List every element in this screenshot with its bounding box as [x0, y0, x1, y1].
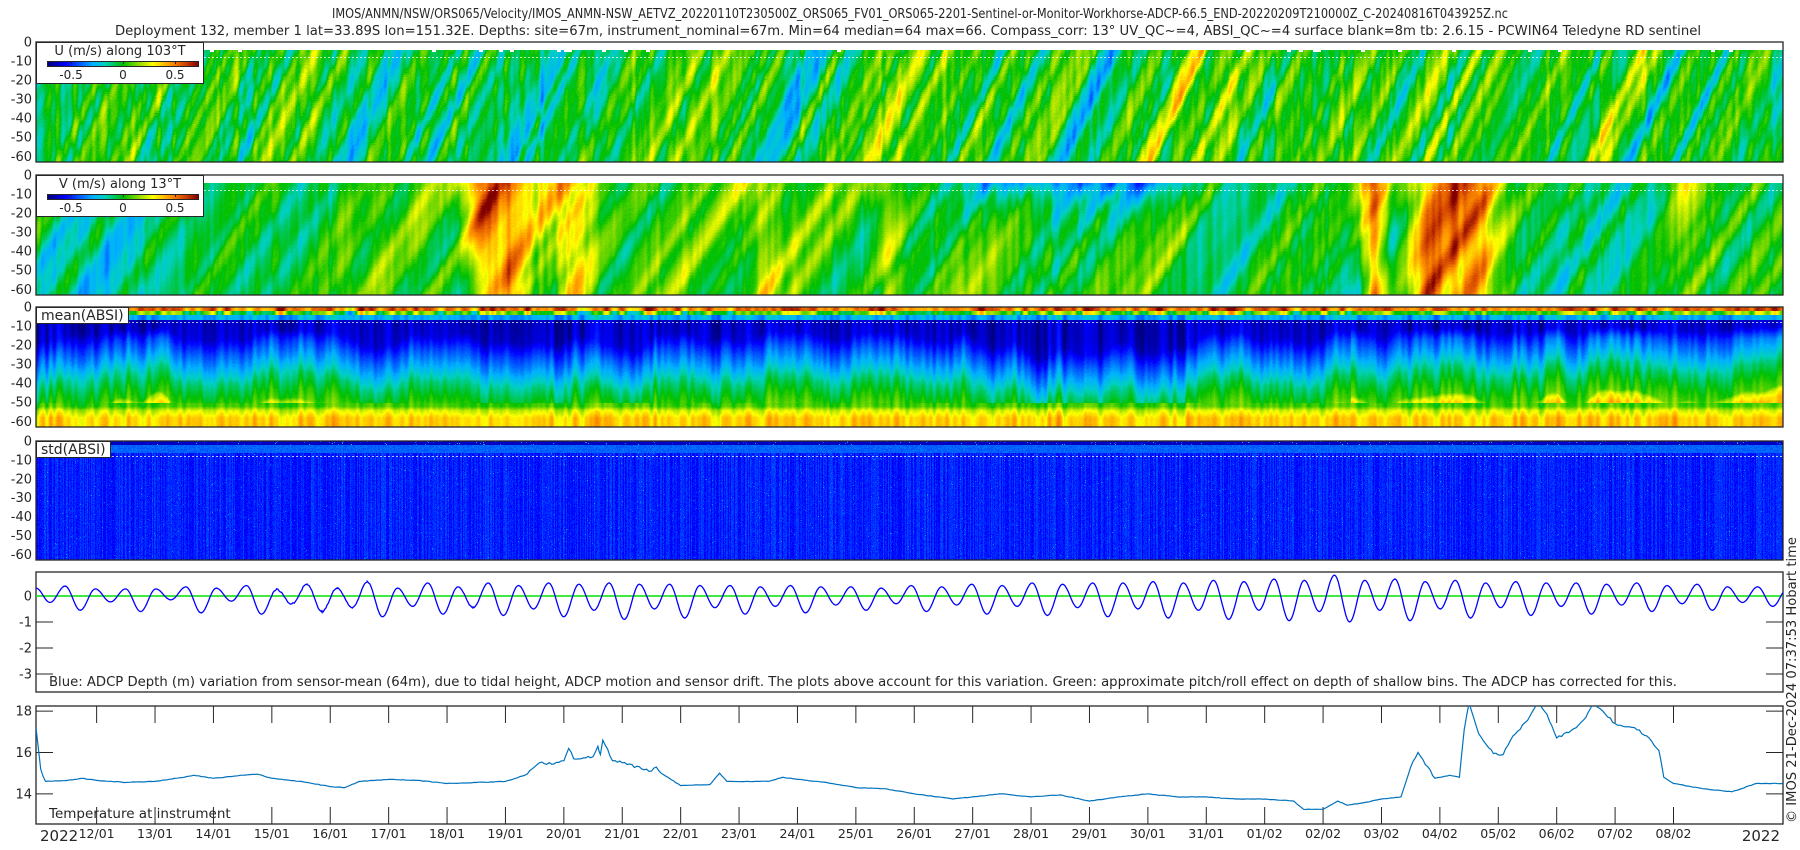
v-legend-title: V (m/s) along 13°T	[58, 177, 182, 192]
std_absi-y-tick-label: -20	[11, 472, 32, 487]
temperature-label: Temperature at instrument	[48, 806, 231, 822]
v-y-tick-label: -50	[11, 264, 32, 279]
u-panel-frame	[35, 41, 1784, 163]
x-tick-label: 08/02	[1655, 826, 1691, 841]
colorbar-tick	[175, 61, 176, 64]
v-colorbar-tick-label: 0	[119, 201, 127, 215]
x-tick-label: 01/02	[1247, 826, 1283, 841]
mean_absi-y-tick-label: -40	[11, 377, 32, 392]
x-tick-label: 12/01	[79, 826, 115, 841]
u-legend-title: U (m/s) along 103°T	[54, 44, 186, 59]
v-y-tick-label: 0	[24, 169, 32, 184]
x-tick-label: 28/01	[1013, 826, 1049, 841]
u-y-tick-label: -40	[11, 112, 32, 127]
temperature-y-tick-label: 14	[15, 787, 32, 802]
u-colorbar-tick-label: 0	[119, 68, 127, 82]
year-label-right: 2022	[1742, 827, 1780, 845]
x-tick-label: 20/01	[546, 826, 582, 841]
figure: IMOS/ANMN/NSW/ORS065/Velocity/IMOS_ANMN-…	[11, 7, 1800, 845]
mean_absi-y-tick-label: -60	[11, 415, 32, 430]
mean_absi-y-tick-label: -50	[11, 396, 32, 411]
x-tick-label: 21/01	[604, 826, 640, 841]
std_absi-y-tick-label: -40	[11, 510, 32, 525]
x-tick-label: 27/01	[955, 826, 991, 841]
x-tick-label: 02/02	[1305, 826, 1341, 841]
x-tick-label: 22/01	[663, 826, 699, 841]
x-tick-label: 17/01	[371, 826, 407, 841]
x-tick-label: 05/02	[1480, 826, 1516, 841]
depth-y-tick-label: -2	[19, 642, 32, 657]
v-y-tick-label: -20	[11, 207, 32, 222]
x-tick-label: 26/01	[896, 826, 932, 841]
x-tick-label: 19/01	[487, 826, 523, 841]
adcp-depth-line	[36, 574, 1783, 623]
x-tick-label: 25/01	[838, 826, 874, 841]
x-tick-label: 06/02	[1539, 826, 1575, 841]
title-line-2: Deployment 132, member 1 lat=33.89S lon=…	[115, 24, 1701, 39]
v-colorbar-legend: V (m/s) along 13°T -0.5 0 0.5	[36, 175, 204, 217]
colorbar-tick	[123, 61, 124, 64]
mean_absi-y-tick-label: -30	[11, 358, 32, 373]
title-line-1: IMOS/ANMN/NSW/ORS065/Velocity/IMOS_ANMN-…	[332, 7, 1508, 22]
x-tick-label: 15/01	[254, 826, 290, 841]
x-tick-label: 23/01	[721, 826, 757, 841]
axes-frames	[35, 41, 1784, 825]
temperature-y-tick-label: 16	[15, 746, 32, 761]
mean_absi-y-tick-label: -20	[11, 339, 32, 354]
std_absi-y-tick-label: -50	[11, 529, 32, 544]
x-tick-label: 30/01	[1130, 826, 1166, 841]
x-tick-label: 14/01	[195, 826, 231, 841]
x-tick-label: 13/01	[137, 826, 173, 841]
v-y-tick-label: -60	[11, 283, 32, 298]
v-panel-frame	[35, 174, 1784, 296]
v-y-tick-label: -30	[11, 226, 32, 241]
u-y-tick-label: -30	[11, 93, 32, 108]
x-tick-label: 04/02	[1422, 826, 1458, 841]
depth-y-tick-label: 0	[24, 589, 32, 604]
mean-absi-label: mean(ABSI)	[36, 307, 129, 324]
u-colorbar-tick-label: 0.5	[165, 68, 185, 82]
x-tick-label: 03/02	[1363, 826, 1399, 841]
x-tick-label: 07/02	[1597, 826, 1633, 841]
std_absi-y-tick-label: 0	[24, 435, 32, 450]
v-colorbar-tick-label: 0.5	[165, 201, 185, 215]
u-colorbar-legend: U (m/s) along 103°T -0.5 0 0.5	[36, 42, 204, 84]
u-colorbar-tick-label: -0.5	[59, 68, 83, 82]
v-y-tick-label: -10	[11, 188, 32, 203]
temperature-line	[36, 706, 1783, 811]
x-tick-label: 29/01	[1071, 826, 1107, 841]
u-y-tick-label: -10	[11, 55, 32, 70]
depth-caption: Blue: ADCP Depth (m) variation from sens…	[49, 675, 1677, 690]
colorbar-tick	[71, 61, 72, 64]
std-absi-panel-frame	[35, 440, 1784, 561]
credit-text: © IMOS 21-Dec-2024 07:37:53 Hobart time	[1785, 537, 1800, 823]
x-tick-label: 31/01	[1188, 826, 1224, 841]
std_absi-y-tick-label: -30	[11, 491, 32, 506]
x-axis-ticks: 12/01 13/01 14/01 15/01 16/01 17/01 18/01 19/01…	[79, 706, 1692, 841]
year-label-left: 2022	[40, 827, 78, 845]
temperature-y-tick-label: 18	[15, 705, 32, 720]
std_absi-y-tick-label: -10	[11, 453, 32, 468]
mean-absi-panel-frame	[35, 306, 1784, 428]
v-y-tick-label: -40	[11, 245, 32, 260]
std-absi-label: std(ABSI)	[36, 441, 111, 458]
x-tick-label: 18/01	[429, 826, 465, 841]
colorbar-tick	[71, 194, 72, 197]
u-y-tick-label: -50	[11, 131, 32, 146]
mean_absi-y-tick-label: 0	[24, 301, 32, 316]
v-colorbar-tick-label: -0.5	[59, 201, 83, 215]
u-y-tick-label: -60	[11, 150, 32, 165]
depth-y-tick-label: -3	[19, 668, 32, 683]
u-y-tick-label: 0	[24, 36, 32, 51]
mean_absi-y-tick-label: -10	[11, 320, 32, 335]
depth-y-tick-label: -1	[19, 615, 32, 630]
x-tick-label: 16/01	[312, 826, 348, 841]
u-y-tick-label: -20	[11, 74, 32, 89]
temperature-panel-frame	[35, 705, 1784, 825]
colorbar-tick	[123, 194, 124, 197]
x-tick-label: 24/01	[779, 826, 815, 841]
std_absi-y-tick-label: -60	[11, 548, 32, 563]
colorbar-tick	[175, 194, 176, 197]
